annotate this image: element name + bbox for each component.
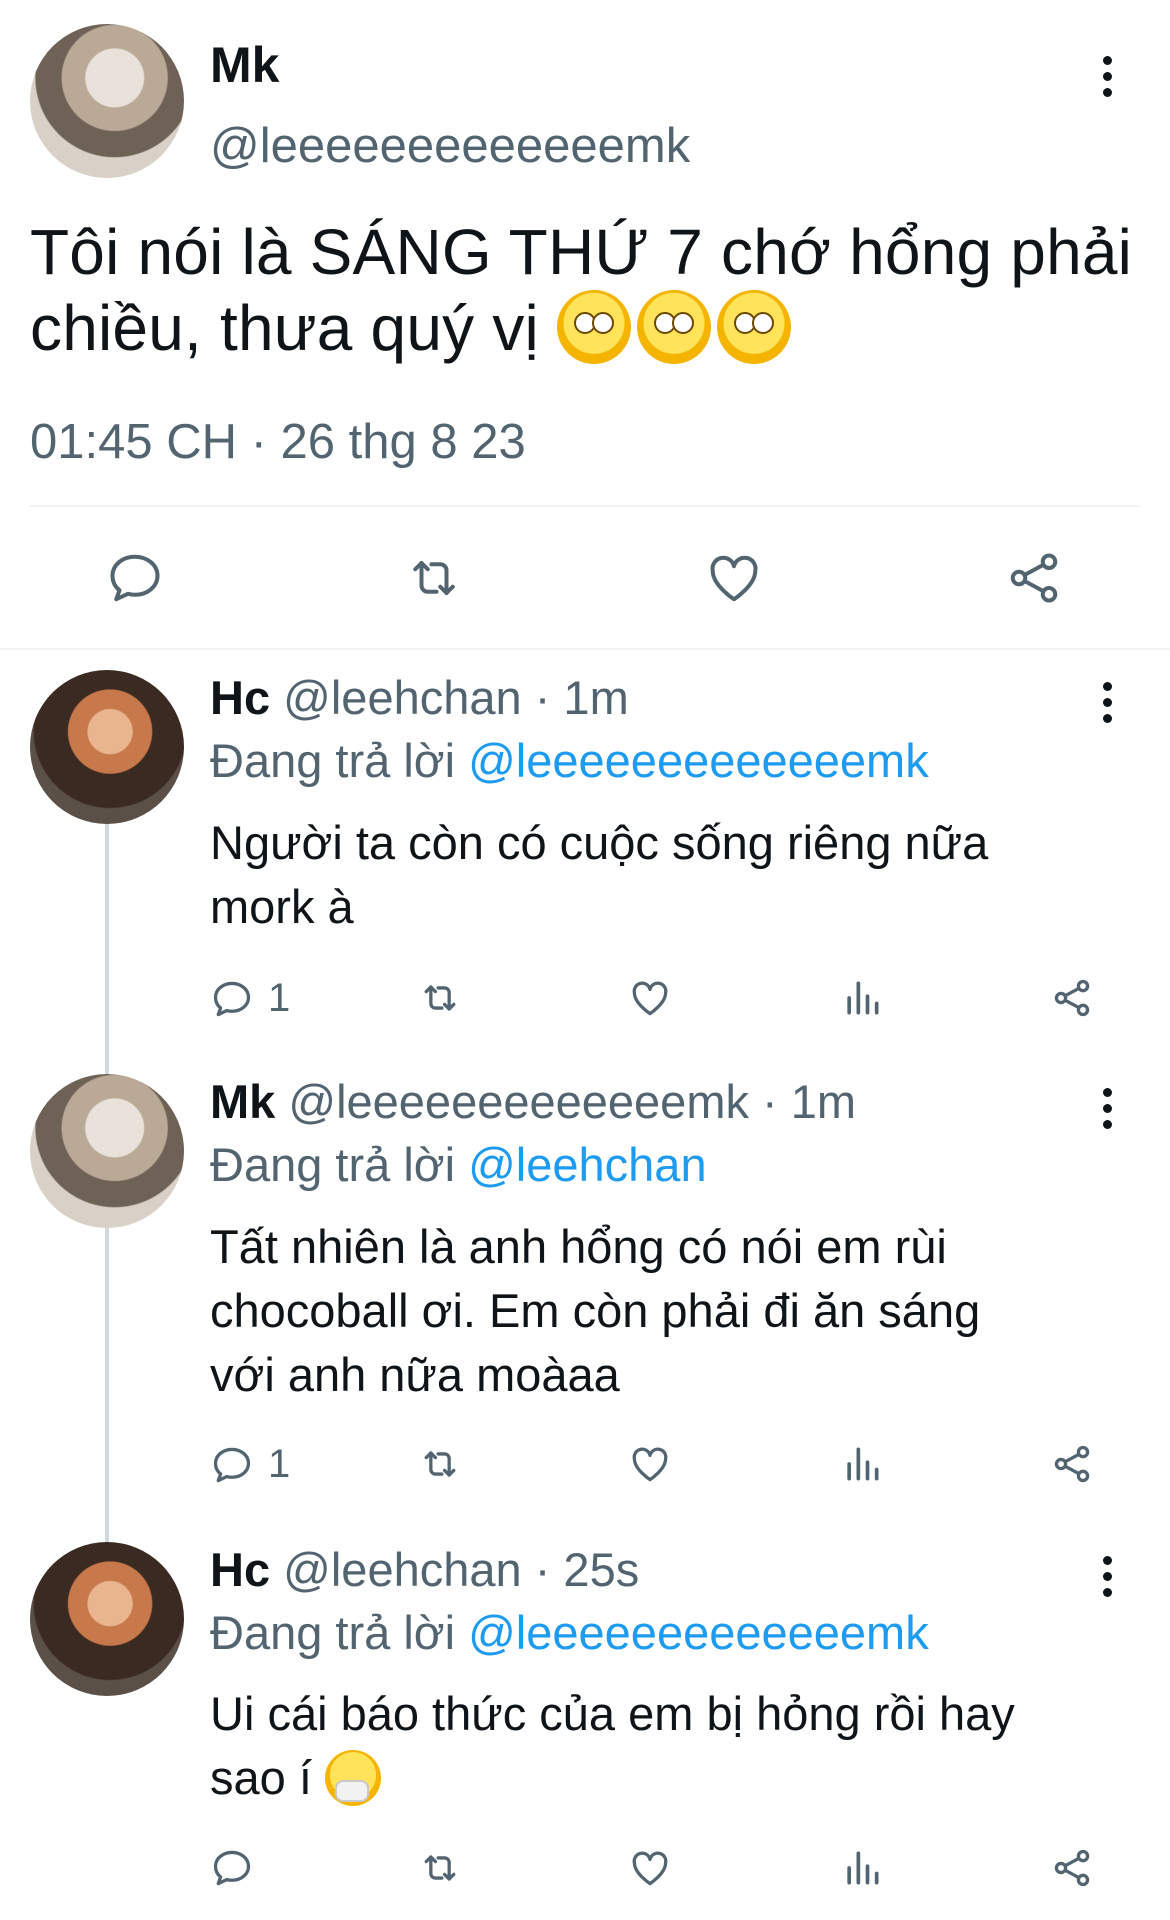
reply-text: Ui cái báo thức của em bị hỏng rồi hay s… — [210, 1687, 1015, 1806]
more-icon — [1102, 1088, 1112, 1097]
mention-link[interactable]: @leehchan — [468, 1138, 707, 1191]
retweet-icon — [424, 985, 456, 1011]
like-button[interactable] — [628, 976, 672, 1025]
retweet-icon — [424, 1855, 456, 1881]
like-button[interactable] — [628, 1442, 672, 1491]
mention-link[interactable]: @leeeeeeeeeeeeemk — [468, 734, 929, 787]
more-icon — [1102, 682, 1112, 691]
author-handle[interactable]: @leeeeeeeeeeeeemk — [210, 118, 690, 174]
reply-text: Tất nhiên là anh hổng có nói em rùi choc… — [210, 1220, 981, 1401]
reply-icon — [110, 554, 160, 602]
author-name[interactable]: Mk — [210, 36, 279, 94]
share-button[interactable] — [1050, 976, 1094, 1025]
author-name[interactable]: Mk — [210, 1075, 275, 1128]
reply-button[interactable] — [105, 548, 165, 608]
heart-icon — [710, 555, 758, 602]
reply-icon — [213, 1447, 251, 1482]
reply-time[interactable]: · 25s — [535, 1543, 640, 1596]
more-icon — [1102, 1556, 1112, 1565]
replying-to: Đang trả lời @leeeeeeeeeeeeemk — [210, 1606, 929, 1659]
more-options-button[interactable] — [1092, 682, 1122, 730]
heart-icon — [632, 1851, 668, 1886]
more-options-button[interactable] — [1092, 1088, 1122, 1136]
reply-header: Hc @leehchan · 25s — [210, 1542, 639, 1597]
reply-header: Hc @leehchan · 1m — [210, 670, 629, 725]
more-options-button[interactable] — [1092, 56, 1122, 104]
analytics-button[interactable] — [840, 976, 884, 1025]
reply-count: 1 — [268, 976, 291, 1020]
section-divider — [0, 648, 1170, 650]
share-button[interactable] — [1050, 1846, 1094, 1895]
share-icon — [1054, 1849, 1090, 1887]
retweet-button[interactable] — [416, 1442, 464, 1491]
reply-header: Mk @leeeeeeeeeeeeemk · 1m — [210, 1074, 856, 1129]
retweet-button[interactable] — [416, 976, 464, 1025]
avatar[interactable] — [30, 670, 184, 824]
reply-button[interactable]: 1 — [210, 1442, 290, 1487]
retweet-icon — [424, 1451, 456, 1477]
share-button[interactable] — [1004, 548, 1064, 608]
retweet-icon — [413, 561, 455, 595]
reply-count: 1 — [268, 1442, 291, 1486]
tweet-timestamp[interactable]: 01:45 CH · 26 thg 8 23 — [30, 414, 526, 470]
more-options-button[interactable] — [1092, 1556, 1122, 1604]
share-icon — [1054, 979, 1090, 1017]
more-icon — [1102, 56, 1112, 65]
share-icon — [1054, 1445, 1090, 1483]
author-handle[interactable]: @leeeeeeeeeeeeemk — [288, 1075, 749, 1128]
mention-link[interactable]: @leeeeeeeeeeeeemk — [468, 1606, 929, 1659]
replying-to: Đang trả lời @leeeeeeeeeeeeemk — [210, 734, 929, 787]
retweet-button[interactable] — [402, 548, 466, 608]
avatar[interactable] — [30, 24, 184, 178]
author-name[interactable]: Hc — [210, 671, 270, 724]
avatar[interactable] — [30, 1074, 184, 1228]
author-name[interactable]: Hc — [210, 1543, 270, 1596]
heart-icon — [632, 1447, 668, 1482]
analytics-button[interactable] — [840, 1442, 884, 1491]
retweet-button[interactable] — [416, 1846, 464, 1895]
sneezing-face-emoji-icon — [324, 1750, 381, 1806]
share-button[interactable] — [1050, 1442, 1094, 1491]
divider — [30, 505, 1140, 507]
like-button[interactable] — [704, 548, 764, 608]
reply-icon — [213, 981, 251, 1016]
tweet-text: Tôi nói là SÁNG THỨ 7 chớ hổng phải chiề… — [30, 216, 1133, 364]
avatar[interactable] — [30, 1542, 184, 1696]
analytics-icon — [847, 1851, 879, 1885]
reply-button[interactable]: 1 — [210, 976, 290, 1021]
reply-time[interactable]: · 1m — [762, 1075, 856, 1128]
share-icon — [1010, 553, 1058, 603]
analytics-icon — [847, 1447, 879, 1481]
analytics-icon — [847, 981, 879, 1015]
reply-button[interactable] — [210, 1846, 254, 1895]
rolling-eyes-emoji-icon — [556, 290, 797, 364]
author-handle[interactable]: @leehchan — [283, 1543, 522, 1596]
reply-icon — [213, 1850, 251, 1886]
reply-text: Người ta còn có cuộc sống riêng nữa mork… — [210, 816, 989, 933]
heart-icon — [632, 981, 668, 1016]
like-button[interactable] — [628, 1846, 672, 1895]
author-handle[interactable]: @leehchan — [283, 671, 522, 724]
analytics-button[interactable] — [840, 1846, 884, 1895]
replying-to: Đang trả lời @leehchan — [210, 1138, 707, 1191]
reply-time[interactable]: · 1m — [535, 671, 629, 724]
